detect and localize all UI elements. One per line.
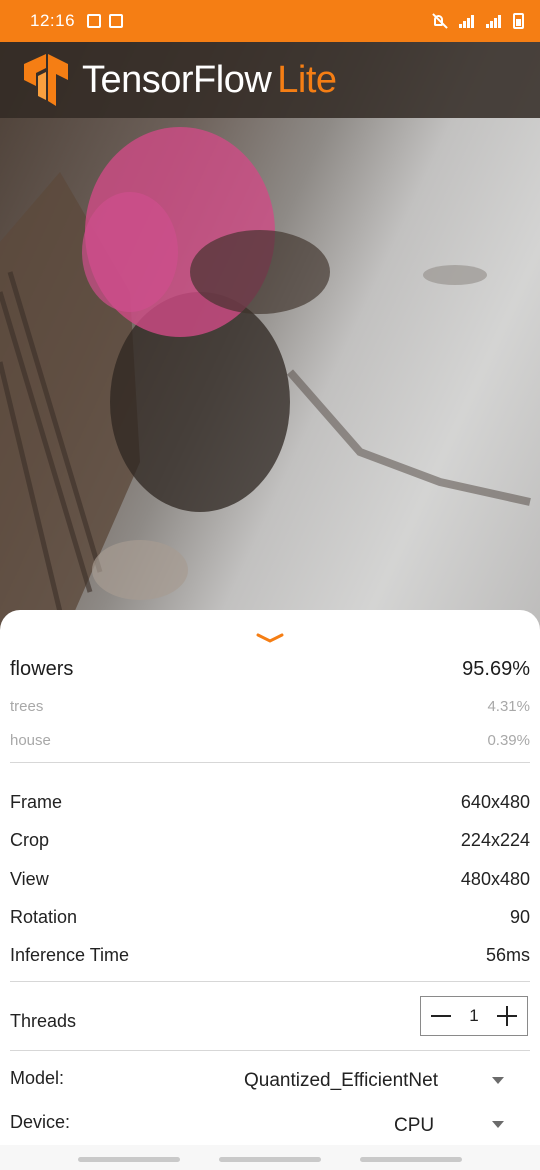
info-row-crop: Crop 224x224: [10, 830, 530, 851]
battery-icon: [513, 13, 524, 29]
device-row: Device:: [10, 1112, 210, 1133]
info-label: Rotation: [10, 907, 78, 927]
info-row-frame: Frame 640x480: [10, 792, 530, 813]
signal-icon: [486, 14, 501, 28]
status-bar: 12:16: [0, 0, 540, 42]
info-value: 640x480: [460, 792, 530, 812]
plus-icon[interactable]: [495, 1004, 519, 1028]
info-label: View: [10, 869, 49, 889]
result-row-2: trees 4.31%: [10, 698, 530, 715]
info-value: 56ms: [485, 945, 530, 965]
app-title: TensorFlow Lite: [82, 59, 337, 102]
info-label: Inference Time: [10, 945, 130, 965]
info-row-view: View 480x480: [10, 869, 530, 890]
device-select[interactable]: CPU: [394, 1115, 434, 1137]
nav-bar: [0, 1145, 540, 1170]
bottom-sheet: flowers 95.69% trees 4.31% house 0.39% F…: [0, 610, 540, 1170]
result-score: 4.31%: [487, 698, 530, 715]
threads-stepper: 1: [420, 996, 528, 1036]
model-label: Model:: [10, 1068, 65, 1088]
status-time: 12:16: [30, 11, 76, 30]
threads-value: 1: [469, 1006, 479, 1025]
info-row-rotation: Rotation 90: [10, 907, 530, 928]
message-icon: [87, 14, 102, 28]
divider: [10, 762, 530, 763]
minus-icon[interactable]: [429, 1004, 453, 1028]
camera-preview: TensorFlow Lite: [0, 42, 540, 632]
result-score: 0.39%: [487, 732, 530, 749]
divider: [10, 981, 530, 982]
model-select[interactable]: Quantized_EfficientNet: [244, 1070, 438, 1092]
nav-pill[interactable]: [219, 1157, 321, 1162]
mute-icon: [431, 13, 447, 29]
result-row-3: house 0.39%: [10, 732, 530, 749]
info-value: 480x480: [460, 869, 530, 889]
check-icon: [109, 14, 124, 28]
chevron-down-icon[interactable]: [256, 632, 284, 644]
signal-icon: [459, 14, 474, 28]
status-right: [431, 13, 524, 29]
divider: [10, 1050, 530, 1051]
info-label: Crop: [10, 830, 50, 850]
notification-icons: [87, 14, 124, 28]
app-bar: TensorFlow Lite: [0, 42, 540, 118]
nav-pill[interactable]: [78, 1157, 180, 1162]
tensorflow-logo-icon: [24, 54, 68, 106]
info-row-inference-time: Inference Time 56ms: [10, 945, 530, 966]
brand-lite: Lite: [277, 58, 337, 101]
threads-label: Threads: [10, 1011, 77, 1031]
dropdown-arrow-icon[interactable]: [492, 1121, 504, 1128]
info-value: 224x224: [460, 830, 530, 850]
info-value: 90: [509, 907, 530, 927]
nav-pill[interactable]: [360, 1157, 462, 1162]
dropdown-arrow-icon[interactable]: [492, 1077, 504, 1084]
model-row: Model:: [10, 1068, 210, 1089]
result-label: flowers: [10, 658, 74, 680]
brand-main: TensorFlow: [82, 58, 272, 101]
result-label: trees: [10, 698, 44, 715]
info-label: Frame: [10, 792, 63, 812]
device-label: Device:: [10, 1112, 71, 1132]
result-row-1: flowers 95.69%: [10, 658, 530, 681]
camera-scene: [0, 127, 531, 632]
result-label: house: [10, 732, 51, 749]
threads-row: Threads: [10, 1011, 410, 1032]
result-score: 95.69%: [462, 658, 530, 680]
